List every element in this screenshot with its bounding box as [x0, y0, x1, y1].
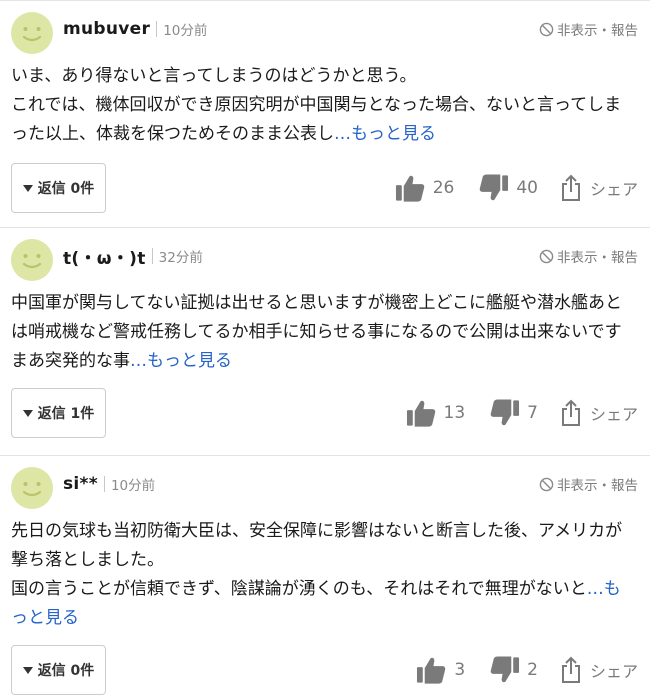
hide-report-label: 非表示・報告 — [557, 250, 638, 266]
prohibited-icon — [539, 477, 554, 491]
smiley-avatar-icon[interactable] — [11, 12, 53, 54]
smiley-avatar-icon[interactable] — [11, 467, 53, 509]
read-more-link[interactable]: …もっと見る — [334, 124, 436, 144]
comment-item: si** 10分前 非表示・報告 先日の気球も当初防衛大臣は、安全保障に影響はな… — [0, 456, 650, 698]
hide-report-button[interactable]: 非表示・報告 — [539, 474, 638, 494]
share-icon — [561, 174, 580, 201]
reaction-bar: 13 7 シェア — [406, 393, 638, 433]
triangle-down-icon — [22, 666, 33, 674]
timestamp: 32分前 — [158, 250, 203, 266]
thumbs-down-icon — [480, 174, 509, 201]
thumbs-up-icon — [406, 400, 435, 427]
prohibited-icon — [539, 22, 554, 36]
share-label: シェア — [589, 405, 638, 424]
timestamp: 10分前 — [110, 478, 156, 494]
dislike-count: 2 — [527, 660, 538, 680]
username[interactable]: mubuver — [63, 19, 150, 39]
comment-text: いま、あり得ないと言ってしまうのはどうかと思う。 これでは、機体回収ができ原因究… — [11, 66, 622, 144]
timestamp: 10分前 — [163, 23, 208, 39]
comment-body: 中国軍が関与してない証拠は出せると思いますが機密上どこに艦艇や潜水艦あとは哨戒機… — [11, 289, 635, 376]
read-more-link[interactable]: …もっと見る — [130, 351, 232, 371]
comment-text: 先日の気球も当初防衛大臣は、安全保障に影響はないと断言した後、アメリカが撃ち落と… — [11, 521, 623, 599]
share-label: シェア — [589, 662, 638, 681]
hide-report-button[interactable]: 非表示・報告 — [539, 246, 638, 266]
like-count: 26 — [432, 178, 455, 198]
comment-header: si** 10分前 — [63, 473, 155, 495]
reply-label: 返信 0件 — [37, 181, 95, 197]
dislike-button[interactable]: 40 — [478, 173, 538, 203]
username[interactable]: t(・ω・)t — [63, 244, 146, 269]
like-button[interactable]: 26 — [395, 173, 455, 203]
dislike-count: 40 — [516, 178, 538, 198]
comment-header: t(・ω・)t 32分前 — [63, 244, 203, 269]
share-icon — [561, 656, 580, 683]
thumbs-down-icon — [490, 656, 520, 683]
share-button[interactable]: シェア — [560, 174, 638, 202]
username[interactable]: si** — [63, 474, 98, 494]
comment-body: 先日の気球も当初防衛大臣は、安全保障に影響はないと断言した後、アメリカが撃ち落と… — [11, 517, 635, 633]
reply-button[interactable]: 返信 1件 — [11, 388, 106, 438]
smiley-avatar-icon[interactable] — [11, 239, 53, 281]
share-label: シェア — [589, 180, 638, 199]
like-count: 13 — [443, 403, 466, 423]
comment-item: mubuver 10分前 非表示・報告 いま、あり得ないと言ってしまうのはどうか… — [0, 1, 650, 228]
reaction-bar: 26 40 シェア — [395, 168, 638, 208]
dislike-count: 7 — [527, 403, 538, 423]
divider — [103, 476, 105, 492]
prohibited-icon — [539, 249, 554, 263]
reply-button[interactable]: 返信 0件 — [11, 645, 106, 695]
divider — [151, 248, 153, 264]
reply-label: 返信 0件 — [37, 663, 95, 679]
dislike-button[interactable]: 7 — [489, 398, 538, 428]
thumbs-up-icon — [417, 657, 446, 684]
share-icon — [561, 399, 580, 426]
hide-report-label: 非表示・報告 — [557, 23, 638, 39]
like-button[interactable]: 3 — [416, 655, 465, 685]
thumbs-up-icon — [395, 175, 425, 202]
divider — [156, 21, 158, 37]
share-button[interactable]: シェア — [560, 399, 638, 427]
like-button[interactable]: 13 — [406, 398, 466, 428]
comment-header: mubuver 10分前 — [63, 18, 207, 40]
reply-button[interactable]: 返信 0件 — [11, 163, 106, 213]
like-count: 3 — [454, 660, 466, 680]
comment-text: 中国軍が関与してない証拠は出せると思いますが機密上どこに艦艇や潜水艦あとは哨戒機… — [11, 293, 639, 371]
thumbs-down-icon — [490, 399, 520, 426]
triangle-down-icon — [22, 184, 33, 192]
share-button[interactable]: シェア — [560, 656, 638, 684]
reaction-bar: 3 2 シェア — [416, 650, 638, 690]
hide-report-button[interactable]: 非表示・報告 — [539, 19, 638, 39]
comment-body: いま、あり得ないと言ってしまうのはどうかと思う。 これでは、機体回収ができ原因究… — [11, 62, 635, 149]
hide-report-label: 非表示・報告 — [557, 478, 638, 494]
comment-item: t(・ω・)t 32分前 非表示・報告 中国軍が関与してない証拠は出せると思いま… — [0, 228, 650, 456]
triangle-down-icon — [22, 409, 33, 417]
reply-label: 返信 1件 — [37, 406, 95, 422]
dislike-button[interactable]: 2 — [489, 655, 538, 685]
